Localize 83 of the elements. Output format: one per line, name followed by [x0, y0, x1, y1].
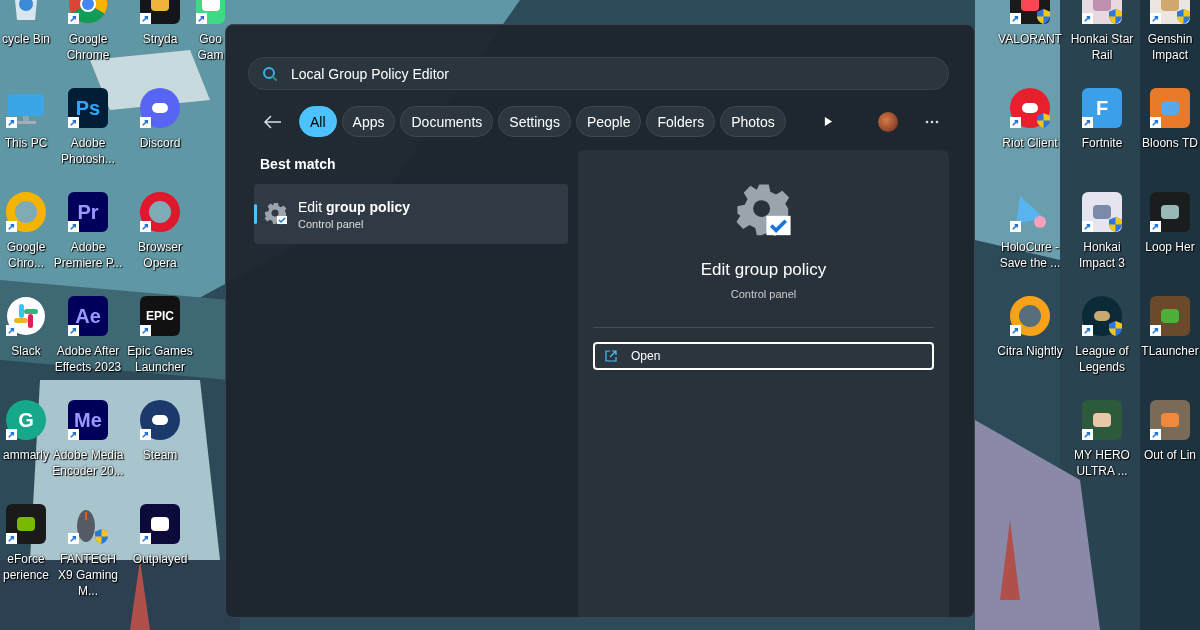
shortcut-arrow-icon	[1150, 325, 1161, 336]
icon-label[interactable]: Out of Lin	[1138, 447, 1200, 463]
shortcut-arrow-icon	[140, 221, 151, 232]
shield-icon	[95, 529, 108, 544]
shortcut-arrow-icon	[140, 117, 151, 128]
shield-icon	[1109, 9, 1122, 24]
shortcut-arrow-icon	[140, 429, 151, 440]
icon-label[interactable]: Bloons TD	[1138, 135, 1200, 151]
preview-subtitle: Control panel	[730, 288, 797, 300]
filter-tab[interactable]: All	[299, 106, 337, 137]
icon-label[interactable]: eForce perience	[0, 551, 52, 583]
shortcut-arrow-icon	[1082, 13, 1093, 24]
app-icon: Ps	[68, 88, 108, 128]
shortcut-arrow-icon	[68, 13, 79, 24]
filter-tab[interactable]: Settings	[498, 106, 571, 137]
icon-label[interactable]: TLauncher	[1138, 343, 1200, 359]
shortcut-arrow-icon	[1010, 221, 1021, 232]
external-link-icon	[605, 350, 617, 362]
shortcut-arrow-icon	[68, 117, 79, 128]
icon-label[interactable]: Fortnite	[1066, 135, 1138, 151]
shield-icon	[1109, 321, 1122, 336]
shortcut-arrow-icon	[196, 13, 207, 24]
result-subtitle: Control panel	[298, 217, 365, 230]
shortcut-arrow-icon	[1082, 221, 1093, 232]
gear-icon	[264, 202, 288, 226]
shortcut-arrow-icon	[1010, 117, 1021, 128]
result-title: Edit group policy	[298, 198, 410, 215]
icon-label[interactable]: Citra Nightly	[994, 343, 1066, 359]
shortcut-arrow-icon	[140, 533, 151, 544]
shortcut-arrow-icon	[1082, 325, 1093, 336]
shortcut-arrow-icon	[6, 117, 17, 128]
icon-label[interactable]: League of Legends	[1066, 343, 1138, 375]
shortcut-arrow-icon	[140, 325, 151, 336]
shortcut-arrow-icon	[68, 325, 79, 336]
app-icon: EPIC	[140, 296, 180, 336]
result-item[interactable]: Edit group policy Control panel	[254, 184, 568, 244]
play-icon[interactable]	[824, 116, 833, 127]
shortcut-arrow-icon	[6, 325, 17, 336]
shortcut-arrow-icon	[68, 221, 79, 232]
shield-icon	[1037, 113, 1050, 128]
icon-label[interactable]: Honkai Star Rail	[1066, 31, 1138, 63]
shortcut-arrow-icon	[68, 533, 79, 544]
shortcut-arrow-icon	[1150, 13, 1161, 24]
shortcut-arrow-icon	[68, 429, 79, 440]
icon-label[interactable]: Loop Her	[1138, 239, 1200, 255]
icon-label[interactable]: HoloCure - Save the ...	[994, 239, 1066, 271]
shortcut-arrow-icon	[6, 221, 17, 232]
search-icon	[262, 66, 278, 82]
filter-tab[interactable]: People	[575, 106, 642, 137]
filter-tab[interactable]: Photos	[720, 106, 786, 137]
shield-icon	[1177, 9, 1190, 24]
icon-label[interactable]: MY HERO ULTRA ...	[1066, 447, 1138, 479]
open-button[interactable]: Open	[593, 342, 934, 370]
icon-label[interactable]: Honkai Impact 3	[1066, 239, 1138, 271]
app-icon: Ae	[68, 296, 108, 336]
filter-tab[interactable]: Documents	[400, 106, 494, 137]
shortcut-arrow-icon	[1150, 117, 1161, 128]
more-icon[interactable]	[925, 119, 939, 124]
app-icon: Pr	[68, 192, 108, 232]
icon-label[interactable]: Genshin Impact	[1138, 31, 1200, 63]
back-arrow-icon[interactable]	[264, 114, 282, 129]
icon-label[interactable]: Adobe After Effects 2023	[52, 343, 124, 375]
filter-tab[interactable]: Folders	[646, 106, 716, 137]
icon-label[interactable]: Epic Games Launcher	[124, 343, 196, 375]
filter-tab[interactable]: Apps	[341, 106, 396, 137]
shield-icon	[1037, 9, 1050, 24]
app-icon: Me	[68, 400, 108, 440]
shortcut-arrow-icon	[1082, 429, 1093, 440]
shortcut-arrow-icon	[1010, 13, 1021, 24]
shortcut-arrow-icon	[1150, 429, 1161, 440]
section-heading: Best match	[260, 156, 337, 172]
icon-label[interactable]: Slack	[0, 343, 52, 359]
shortcut-arrow-icon	[1150, 221, 1161, 232]
shortcut-arrow-icon	[1010, 325, 1021, 336]
search-field[interactable]: Local Group Policy Editor	[248, 57, 949, 90]
shortcut-arrow-icon	[1082, 117, 1093, 128]
shield-icon	[1109, 217, 1122, 232]
shortcut-arrow-icon	[6, 429, 17, 440]
shortcut-arrow-icon	[6, 533, 17, 544]
shortcut-arrow-icon	[140, 13, 151, 24]
preview-title: Edit group policy	[700, 260, 827, 280]
avatar-icon[interactable]	[878, 111, 898, 132]
app-icon: F	[1082, 88, 1122, 128]
